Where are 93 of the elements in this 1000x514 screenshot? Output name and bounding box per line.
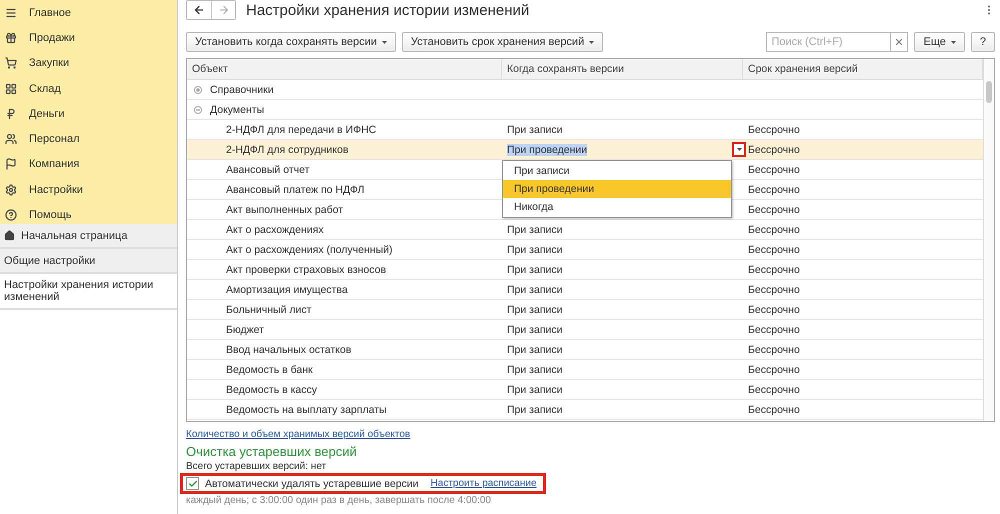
table-cell-text: Бессрочно (747, 242, 801, 258)
table-cell-text: Бессрочно (747, 222, 801, 238)
table-cell-text: Акт о расхождениях (225, 222, 325, 238)
table-cell-text: При записи (506, 302, 564, 318)
table-cell-text: При записи (506, 222, 564, 238)
total-text: Всего устаревших версий: нет (186, 461, 328, 472)
table-cell-text: При записи (506, 402, 564, 418)
table-cell-text: Бессрочно (747, 342, 801, 358)
settings-icon (5, 184, 17, 196)
section-item[interactable]: Деньги (0, 101, 177, 126)
scrollbar[interactable] (983, 59, 994, 421)
arrow-left-icon (193, 4, 205, 16)
table-cell-text: При записи (506, 382, 564, 398)
section-item[interactable]: Настройки (0, 177, 177, 202)
home-icon (4, 230, 15, 241)
table-cell-text: 2-НДФЛ для передачи в ИФНС (225, 122, 378, 138)
group-row[interactable]: Справочники (187, 80, 502, 99)
schedule-text: каждый день; с 3:00:00 один раз в день, завершать после 4:00:00 (186, 495, 492, 506)
dropdown-option[interactable]: Никогда (503, 198, 731, 216)
table-cell-text: Амортизация имущества (225, 282, 349, 298)
table-cell-text: Акт проверки страховых взносов (225, 262, 388, 278)
group-row[interactable]: Документы (187, 100, 502, 119)
gift-icon (5, 32, 17, 44)
schedule-link[interactable]: Настроить расписание (430, 478, 537, 489)
table-cell-text: Авансовый платеж по НДФЛ (225, 182, 366, 198)
table-cell-text: При записи (506, 242, 564, 258)
users-icon (5, 133, 17, 146)
table-cell-text: При записи (506, 322, 564, 338)
section-item[interactable]: Персонал (0, 126, 177, 152)
table-cell-text: Бессрочно (747, 322, 801, 338)
table-cell-text: Бессрочно (747, 262, 801, 278)
column-header[interactable]: Когда сохранять версии (502, 59, 743, 79)
section-item[interactable]: Главное (0, 0, 177, 26)
table-cell-text: При записи (506, 122, 564, 138)
caret-icon (589, 40, 594, 44)
grid-icon (5, 82, 17, 95)
more-button[interactable]: Еще (914, 32, 965, 52)
open-page-item[interactable]: Общие настройки (0, 249, 177, 274)
dropdown-option[interactable]: При записи (503, 162, 731, 180)
table-cell-text: Бессрочно (747, 362, 801, 378)
caret-icon (950, 40, 956, 44)
help-icon (5, 209, 17, 222)
flag-icon (5, 158, 17, 170)
column-header[interactable]: Объект (187, 59, 502, 79)
table-cell-text: Авансовый отчет (225, 162, 310, 178)
versions-link[interactable]: Количество и объем хранимых версий объектов (186, 429, 410, 440)
collapse-icon[interactable] (194, 106, 202, 114)
open-page-item[interactable]: Начальная страница (0, 224, 177, 249)
section-item[interactable]: Продажи (0, 25, 177, 51)
section-heading: Очистка устаревших версий (186, 444, 358, 459)
table-cell-text: Ведомость в кассу (225, 382, 318, 398)
table-cell-text: При записи (506, 342, 564, 358)
section-item[interactable]: Закупки (0, 50, 177, 76)
table-cell-text: Больничный лист (225, 302, 312, 318)
table-cell-text: Бюджет (225, 322, 265, 338)
section-item[interactable]: Склад (0, 76, 177, 102)
ruble-icon (5, 108, 17, 120)
table-cell-text: Бессрочно (747, 182, 801, 198)
table-cell-text: Бессрочно (747, 202, 801, 218)
toolbar-button[interactable]: Установить когда сохранять версии (186, 32, 396, 52)
expand-icon[interactable] (194, 86, 202, 94)
checkbox-label: Автоматически удалять устаревшие версии (205, 478, 419, 490)
table-cell-text: Бессрочно (747, 402, 801, 418)
cart-icon (5, 57, 17, 70)
clear-button[interactable] (891, 32, 908, 52)
table-cell-text: При записи (506, 262, 564, 278)
auto-delete-checkbox[interactable] (186, 477, 199, 490)
table-cell-text: При записи (506, 362, 564, 378)
table-cell-text: 2-НДФЛ для сотрудников (225, 142, 350, 158)
dropdown-option[interactable]: При проведении (503, 180, 731, 198)
table-cell-text: Акт выполненных работ (225, 202, 344, 218)
table-cell-text: Ведомость на выплату зарплаты (225, 402, 388, 418)
search-field[interactable]: Поиск (Ctrl+F) (766, 32, 892, 52)
window-title: Настройки хранения истории изменений (246, 2, 530, 18)
table-cell-text: Бессрочно (747, 282, 801, 298)
caret-icon (736, 148, 742, 151)
caret-icon (382, 40, 387, 44)
table-cell-text: Бессрочно (747, 162, 801, 178)
table-cell-text: Бессрочно (747, 302, 801, 318)
section-item[interactable]: Компания (0, 152, 177, 178)
close-icon (896, 39, 902, 45)
dropdown-button[interactable] (732, 142, 746, 157)
table-cell-text: При записи (506, 282, 564, 298)
table-cell-text: Бессрочно (747, 142, 801, 158)
table-cell-text: Бессрочно (747, 122, 801, 138)
menu-icon (5, 6, 17, 19)
table-cell-text: Ведомость в банк (225, 362, 314, 378)
table-cell-text: Акт о расхождениях (полученный) (225, 242, 394, 258)
arrow-right-icon (218, 4, 230, 16)
toolbar-button[interactable]: Установить срок хранения версий (402, 32, 604, 52)
table-cell-text: Ввод начальных остатков (225, 342, 352, 358)
table-cell-text: Бессрочно (747, 382, 801, 398)
help-button[interactable]: ? (970, 32, 995, 52)
